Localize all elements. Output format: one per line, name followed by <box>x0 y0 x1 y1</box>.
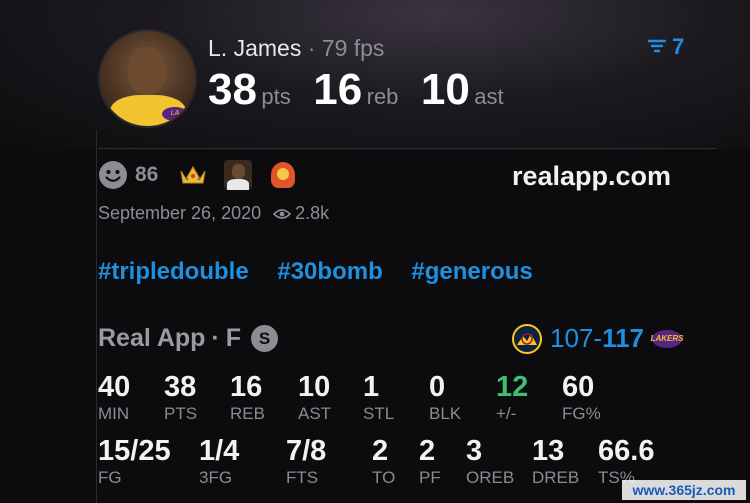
headline-rebounds-unit: reb <box>366 84 399 109</box>
player-name[interactable]: L. James <box>208 35 301 61</box>
stat-fts-value: 7/8 <box>286 435 327 467</box>
reactions-row: 86 <box>98 160 298 190</box>
stat-to-value: 2 <box>372 435 389 467</box>
stat-fg-pct-label: FG% <box>562 404 601 423</box>
lakers-logo-icon: LAKERS <box>651 329 683 348</box>
stat-pts-label: PTS <box>164 404 198 423</box>
stat-min-value: 40 <box>98 371 131 403</box>
stat-ast-label: AST <box>298 404 332 423</box>
score-home: 117 <box>602 323 645 353</box>
eye-icon <box>273 208 292 219</box>
starter-badge: S <box>251 325 279 352</box>
crown-icon[interactable] <box>178 163 208 187</box>
headline-stats: 38 pts 16 reb 10 ast <box>208 68 504 112</box>
source-label[interactable]: Real App <box>98 324 205 353</box>
stat-dreb-value: 13 <box>532 435 565 467</box>
score-separator: - <box>593 323 603 353</box>
game-header: Real App · F S <box>98 324 279 353</box>
filter-count: 7 <box>672 34 685 59</box>
hashtag-generous[interactable]: #generous <box>411 258 532 285</box>
smiley-icon[interactable] <box>98 160 128 190</box>
stat-fg-pct-value: 60 <box>562 371 595 403</box>
stat-to-label: TO <box>372 468 396 487</box>
hashtag-list: #tripledouble #30bomb #generous <box>98 258 533 286</box>
position-label: F <box>225 324 242 352</box>
stat-blk-label: BLK <box>429 404 462 423</box>
watermark: www.365jz.com <box>622 480 746 500</box>
lakers-avatar-logo: LA <box>162 107 188 121</box>
headline-rebounds-value: 16 <box>313 65 363 114</box>
stat-fts-label: FTS <box>286 468 319 487</box>
position-separator: · <box>211 324 220 352</box>
hashtag-30bomb[interactable]: #30bomb <box>277 258 382 285</box>
stat-ast-value: 10 <box>298 371 331 403</box>
stat-oreb-value: 3 <box>466 435 483 467</box>
stat-pf-value: 2 <box>419 435 436 467</box>
headline-assists-value: 10 <box>420 65 470 114</box>
player-avatar[interactable]: LA <box>98 29 197 128</box>
stat-stl-label: STL <box>363 404 395 423</box>
header-divider <box>98 148 716 149</box>
stat-reb-value: 16 <box>230 371 263 403</box>
stat-ts-pct-value: 66.6 <box>598 435 655 467</box>
stat-oreb-label: OREB <box>466 468 515 487</box>
stat-fg-label: FG <box>98 468 122 487</box>
view-count: 2.8k <box>295 203 330 223</box>
stat-fg-value: 15/25 <box>98 435 171 467</box>
stat-3fg-value: 1/4 <box>199 435 240 467</box>
stat-plus-minus-label: +/- <box>496 404 517 423</box>
site-link[interactable]: realapp.com <box>512 161 671 192</box>
avatar-face <box>128 47 166 95</box>
game-score[interactable]: 107 - 117 LAKERS <box>512 323 683 354</box>
player-name-line: L. James · 79 fps <box>208 35 384 62</box>
player-emoji-icon[interactable] <box>224 160 253 190</box>
name-separator: · <box>307 35 316 61</box>
stat-3fg-label: 3FG <box>199 468 233 487</box>
fps-score: 79 fps <box>321 35 385 61</box>
thread-line <box>96 130 97 503</box>
hooded-emoji-icon[interactable] <box>268 160 298 190</box>
stat-dreb-label: DREB <box>532 468 580 487</box>
nuggets-logo-icon <box>512 323 542 354</box>
headline-points-value: 38 <box>208 65 257 114</box>
stat-plus-minus-value: 12 <box>496 371 529 403</box>
stat-reb-label: REB <box>230 404 265 423</box>
post-date: September 26, 2020 <box>98 203 262 223</box>
headline-points-unit: pts <box>261 84 291 109</box>
stat-min-label: MIN <box>98 404 130 423</box>
stat-pf-label: PF <box>419 468 441 487</box>
headline-assists-unit: ast <box>474 84 504 109</box>
reaction-count[interactable]: 86 <box>135 163 158 187</box>
stat-stl-value: 1 <box>363 371 380 403</box>
hashtag-tripledouble[interactable]: #tripledouble <box>98 258 249 285</box>
post-meta: September 26, 2020 2.8k <box>98 203 329 224</box>
filter-button[interactable]: 7 <box>648 34 684 60</box>
filter-icon <box>648 39 666 53</box>
score-away: 107 <box>550 323 594 353</box>
stat-blk-value: 0 <box>429 371 446 403</box>
stat-pts-value: 38 <box>164 371 197 403</box>
